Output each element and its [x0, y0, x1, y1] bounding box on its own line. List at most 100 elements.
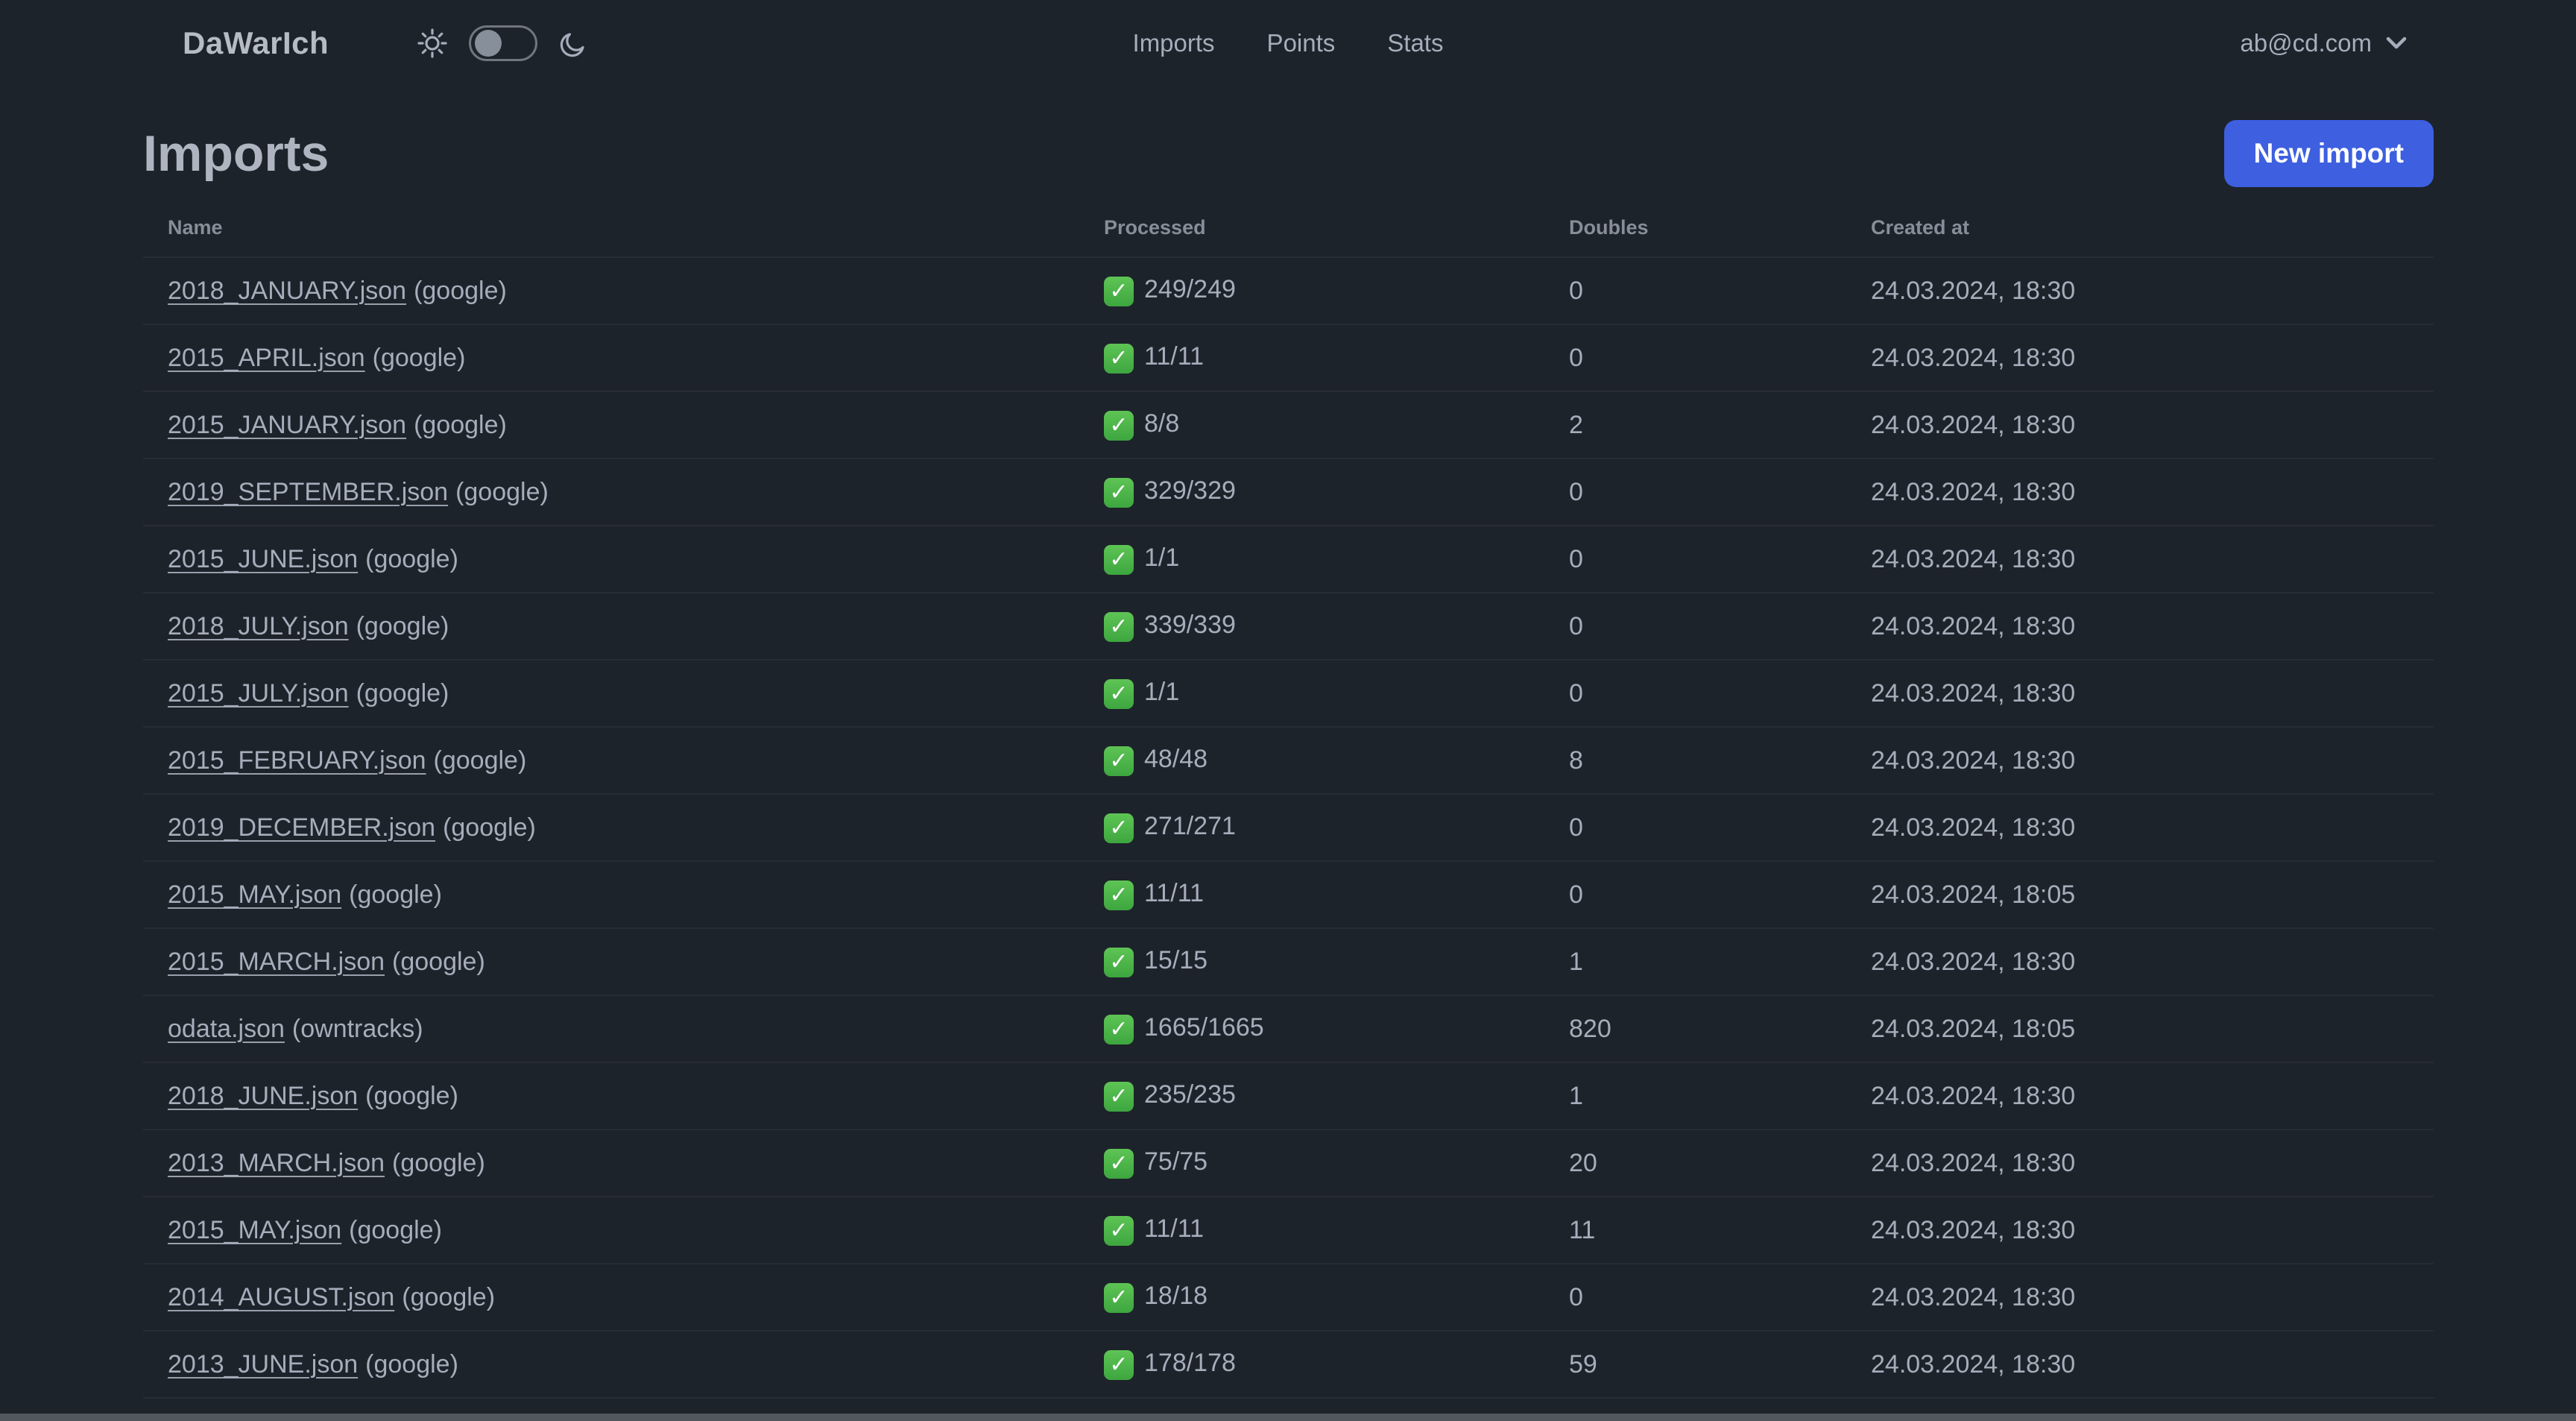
name-cell: 2014_AUGUST.json (google) [143, 1264, 1079, 1331]
name-cell: 2015_JANUARY.json (google) [143, 391, 1079, 459]
doubles-count: 1 [1569, 1081, 1583, 1110]
import-file-link[interactable]: 2015_JULY.json [168, 679, 349, 708]
import-file-link[interactable]: 2015_MAY.json [168, 880, 341, 909]
import-source: (google) [356, 678, 449, 708]
created-at-cell: 24.03.2024, 18:30 [1846, 257, 2434, 324]
created-at-value: 24.03.2024, 18:30 [1871, 1148, 2076, 1177]
processed-count: 271/271 [1144, 812, 1236, 841]
nav-item-stats[interactable]: Stats [1387, 29, 1443, 57]
processed-count: 249/249 [1144, 275, 1236, 304]
check-mark-icon: ✓ [1104, 611, 1134, 642]
import-file-link[interactable]: 2015_MARCH.json [168, 948, 385, 976]
name-cell: 2015_MARCH.json (google) [143, 928, 1079, 995]
sun-icon [417, 28, 447, 58]
table-row: 2015_APRIL.json (google) ✓ 11/11 0 24.03.2… [143, 324, 2434, 391]
import-file-link[interactable]: odata.json [168, 1015, 285, 1043]
toggle-knob [475, 29, 502, 57]
nav-item-imports[interactable]: Imports [1133, 29, 1215, 57]
doubles-cell: 820 [1544, 995, 1846, 1062]
import-file-link[interactable]: 2015_JANUARY.json [168, 411, 406, 439]
table-row: odata.json (owntracks) ✓ 1665/1665 820 24.… [143, 995, 2434, 1062]
table-row: 2015_JULY.json (google) ✓ 1/1 0 24.03.2024… [143, 660, 2434, 727]
processed-count: 329/329 [1144, 476, 1236, 505]
check-mark-icon: ✓ [1104, 1349, 1134, 1380]
table-row: 2015_JANUARY.json (google) ✓ 8/8 2 24.03.2… [143, 391, 2434, 459]
page-head: Imports New import [143, 120, 2434, 187]
doubles-cell: 0 [1544, 1264, 1846, 1331]
check-mark-icon: ✓ [1104, 947, 1134, 977]
created-at-value: 24.03.2024, 18:05 [1871, 1014, 2076, 1043]
processed-cell: ✓ 1/1 [1079, 526, 1544, 593]
imports-page: Imports New import Name Processed Double… [0, 120, 2576, 1421]
processed-count: 235/235 [1144, 1080, 1236, 1109]
created-at-cell: 24.03.2024, 18:30 [1846, 1331, 2434, 1398]
processed-count: 15/15 [1144, 946, 1208, 975]
name-cell: 2015_MAY.json (google) [143, 861, 1079, 928]
horizontal-scrollbar[interactable] [0, 1414, 2576, 1421]
processed-cell: ✓ 1/1 [1079, 660, 1544, 727]
check-mark-icon: ✓ [1104, 477, 1134, 508]
account-menu[interactable]: ab@cd.com [2240, 29, 2408, 57]
import-file-link[interactable]: 2019_SEPTEMBER.json [168, 478, 448, 506]
processed-cell: ✓ 8/8 [1079, 391, 1544, 459]
table-row: 2014_AUGUST.json (google) ✓ 18/18 0 24.03.… [143, 1264, 2434, 1331]
import-file-link[interactable]: 2015_FEBRUARY.json [168, 746, 426, 775]
new-import-button[interactable]: New import [2223, 120, 2434, 187]
dark-mode-toggle[interactable] [469, 25, 538, 61]
doubles-count: 0 [1569, 1282, 1583, 1311]
table-row: 2019_DECEMBER.json (google) ✓ 271/271 0 24… [143, 794, 2434, 861]
doubles-count: 0 [1569, 678, 1583, 708]
import-source: (google) [349, 1215, 442, 1244]
processed-cell: ✓ 11/11 [1079, 324, 1544, 391]
created-at-value: 24.03.2024, 18:30 [1871, 276, 2076, 305]
app-logo[interactable]: DaWarIch [183, 25, 329, 61]
import-file-link[interactable]: 2013_JUNE.json [168, 1350, 358, 1379]
check-mark-icon: ✓ [1104, 276, 1134, 306]
doubles-cell: 1 [1544, 1062, 1846, 1129]
import-file-link[interactable]: 2015_APRIL.json [168, 344, 365, 372]
import-source: (google) [365, 1081, 458, 1110]
import-file-link[interactable]: 2015_JUNE.json [168, 545, 358, 573]
table-row: 2019_SEPTEMBER.json (google) ✓ 329/329 0 2… [143, 459, 2434, 526]
created-at-cell: 24.03.2024, 18:30 [1846, 727, 2434, 794]
import-file-link[interactable]: 2018_JANUARY.json [168, 277, 406, 305]
import-source: (google) [392, 947, 485, 976]
import-source: (google) [392, 1148, 485, 1177]
processed-cell: ✓ 48/48 [1079, 727, 1544, 794]
name-cell: 2015_JUNE.json (google) [143, 526, 1079, 593]
import-source: (google) [433, 746, 527, 775]
created-at-cell: 24.03.2024, 18:05 [1846, 995, 2434, 1062]
column-header-doubles: Doubles [1569, 216, 1649, 239]
import-source: (google) [349, 880, 442, 909]
name-cell: 2019_DECEMBER.json (google) [143, 794, 1079, 861]
name-cell: 2013_MARCH.json (google) [143, 1129, 1079, 1197]
import-file-link[interactable]: 2014_AUGUST.json [168, 1283, 394, 1311]
doubles-cell: 2 [1544, 391, 1846, 459]
nav-item-points[interactable]: Points [1267, 29, 1336, 57]
created-at-value: 24.03.2024, 18:30 [1871, 947, 2076, 976]
import-source: (google) [372, 343, 466, 372]
table-header-row: Name Processed Doubles Created at [143, 199, 2434, 257]
import-file-link[interactable]: 2018_JUNE.json [168, 1082, 358, 1110]
doubles-cell: 0 [1544, 861, 1846, 928]
import-file-link[interactable]: 2013_MARCH.json [168, 1149, 385, 1177]
import-file-link[interactable]: 2018_JULY.json [168, 612, 349, 640]
check-mark-icon: ✓ [1104, 410, 1134, 441]
processed-cell: ✓ 178/178 [1079, 1331, 1544, 1398]
account-email: ab@cd.com [2240, 28, 2372, 57]
table-row: 2015_MAY.json (google) ✓ 11/11 11 24.03.20… [143, 1197, 2434, 1264]
name-cell: 2015_JULY.json (google) [143, 660, 1079, 727]
import-source: (google) [455, 477, 549, 506]
created-at-value: 24.03.2024, 18:30 [1871, 1282, 2076, 1311]
created-at-cell: 24.03.2024, 18:30 [1846, 526, 2434, 593]
import-file-link[interactable]: 2015_MAY.json [168, 1216, 341, 1244]
doubles-cell: 1 [1544, 928, 1846, 995]
table-row: 2015_MARCH.json (google) ✓ 15/15 1 24.03.2… [143, 928, 2434, 995]
chevron-down-icon [2386, 37, 2407, 48]
created-at-value: 24.03.2024, 18:30 [1871, 678, 2076, 708]
created-at-value: 24.03.2024, 18:30 [1871, 1349, 2076, 1379]
created-at-value: 24.03.2024, 18:30 [1871, 1081, 2076, 1110]
created-at-value: 24.03.2024, 18:30 [1871, 746, 2076, 775]
processed-cell: ✓ 235/235 [1079, 1062, 1544, 1129]
import-file-link[interactable]: 2019_DECEMBER.json [168, 813, 435, 842]
